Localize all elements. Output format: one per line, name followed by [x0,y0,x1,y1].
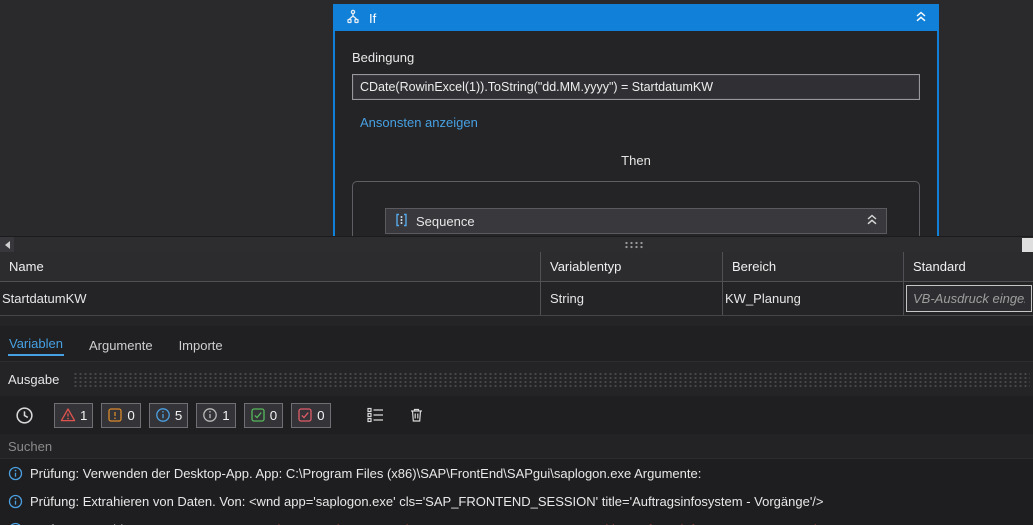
log-line[interactable]: Prüfung: Extrahieren von Daten. Von: <wn… [0,488,1033,516]
column-header-scope[interactable]: Bereich [723,252,904,281]
debug-count: 1 [222,407,230,423]
log-text: Prüfung: Verwenden der Desktop-App. App:… [30,466,702,481]
condition-label: Bedingung [352,50,415,65]
verbose-count: 0 [317,407,325,423]
column-header-type[interactable]: Variablentyp [541,252,723,281]
error-filter-button[interactable]: 1 [54,402,94,428]
verbose-check-icon [298,408,312,422]
scrollbar-thumb[interactable] [1022,238,1033,252]
info-icon [8,494,23,509]
uipath-studio-window: If Bedingung Ansonsten anzeigen Then [0,0,1033,525]
log-line-partial[interactable]: Prüfung: Extrahieren von Daten. Von: <wn… [0,516,1033,525]
sequence-icon [394,212,409,231]
info-count: 5 [174,407,183,423]
output-log-list[interactable]: Prüfung: Verwenden der Desktop-App. App:… [0,459,1033,525]
sequence-collapse-chevron-icon[interactable] [866,214,878,229]
variable-row-partial [0,316,1033,325]
info-circle-icon [155,408,170,422]
debug-circle-icon [203,408,218,422]
log-options-icon [366,407,383,423]
column-header-name[interactable]: Name [0,252,541,281]
success-check-icon [251,408,265,422]
info-filter-button[interactable]: 5 [148,402,189,428]
debug-filter-button[interactable]: 1 [196,402,236,428]
default-value-input[interactable] [906,285,1032,312]
error-triangle-icon [60,408,76,422]
log-line[interactable]: Prüfung: Verwenden der Desktop-App. App:… [0,460,1033,488]
scroll-left-button[interactable] [0,237,14,253]
success-filter-button[interactable]: 0 [243,402,284,428]
clear-logs-button[interactable] [405,407,428,423]
panel-drag-texture [73,371,1030,387]
if-activity-title: If [369,11,377,26]
log-text: Prüfung: Extrahieren von Daten. Von: <wn… [30,494,824,509]
output-panel-title: Ausgabe [8,371,60,387]
log-options-button[interactable] [363,407,389,423]
if-activity[interactable]: If Bedingung Ansonsten anzeigen Then [333,4,939,236]
variable-default-cell[interactable] [904,282,1033,315]
tab-variablen[interactable]: Variablen [8,334,64,356]
collapse-chevron-double-up-icon[interactable] [915,11,927,26]
column-header-default[interactable]: Standard [904,252,1033,281]
warning-square-icon [108,408,123,422]
clock-icon [16,406,33,424]
panel-tab-bar: Variablen Argumente Importe [0,326,1033,362]
arrow-left-icon [4,241,10,249]
success-count: 0 [269,407,278,423]
condition-expression-input[interactable] [352,74,920,100]
output-toolbar: 1 0 5 1 0 0 [0,396,1033,434]
variables-header-row: Name Variablentyp Bereich Standard [0,252,1033,282]
variable-name-cell[interactable]: StartdatumKW [0,282,541,315]
show-else-link[interactable]: Ansonsten anzeigen [360,115,478,131]
tab-argumente[interactable]: Argumente [88,336,154,356]
warning-count: 0 [127,407,135,423]
if-activity-body: Bedingung Ansonsten anzeigen Then Sequen… [335,31,937,236]
variable-scope-cell[interactable]: KW_Planung [723,282,904,315]
timestamps-toggle-button[interactable] [11,406,38,425]
variable-row[interactable]: StartdatumKW String KW_Planung [0,282,1033,316]
variables-panel: Name Variablentyp Bereich Standard Start… [0,252,1033,326]
search-input[interactable] [0,434,1033,458]
designer-canvas[interactable]: If Bedingung Ansonsten anzeigen Then [0,0,1033,236]
if-activity-header[interactable]: If [335,6,937,31]
if-icon [345,9,361,28]
variable-type-cell[interactable]: String [541,282,723,315]
then-branch-label: Then [621,153,651,168]
error-count: 1 [80,407,88,423]
output-panel-header[interactable]: Ausgabe [0,362,1033,396]
trash-icon [410,408,422,422]
warning-filter-button[interactable]: 0 [101,402,141,428]
verbose-filter-button[interactable]: 0 [291,402,331,428]
sequence-activity-title: Sequence [416,213,475,229]
horizontal-splitter[interactable] [0,236,1033,253]
tab-importe[interactable]: Importe [178,336,224,356]
sequence-activity-header[interactable]: Sequence [385,208,887,234]
splitter-grip-icon[interactable] [624,241,645,249]
then-drop-zone[interactable]: Sequence [352,181,920,236]
info-icon [8,466,23,481]
output-search-row [0,434,1033,459]
